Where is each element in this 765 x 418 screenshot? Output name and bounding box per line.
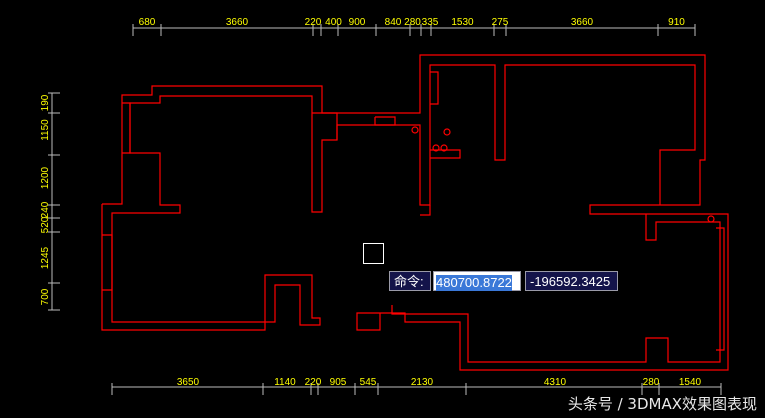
dimension-label: 1245 xyxy=(40,246,51,269)
dimension-label: 1200 xyxy=(40,166,51,189)
dimension-label: 220 xyxy=(305,377,322,388)
crosshair-cursor xyxy=(363,243,384,264)
dimension-label: 3660 xyxy=(571,17,594,28)
dimension-label: 545 xyxy=(360,377,377,388)
dimension-label: 700 xyxy=(40,288,51,305)
dimension-label: 3660 xyxy=(226,17,249,28)
walls xyxy=(101,54,729,371)
cad-canvas[interactable]: 680 3660 220 400 900 840 280 335 1530 275 3660 910 3… xyxy=(0,0,765,418)
dimension-label: 1530 xyxy=(451,17,474,28)
floor-plan: 680 3660 220 400 900 840 280 335 1530 275 3660 9103… xyxy=(40,17,729,395)
dimension-label: 280 xyxy=(643,377,660,388)
dimension-label: 190 xyxy=(40,94,51,111)
command-label: 命令: xyxy=(389,271,431,291)
dimension-label: 680 xyxy=(139,17,156,28)
dimension-label: 520 xyxy=(40,216,51,233)
dimension-label: 240 xyxy=(40,201,51,218)
x-coordinate-input[interactable]: 480700.8722 xyxy=(433,271,521,291)
dimension-label: 3650 xyxy=(177,377,200,388)
dimension-label: 910 xyxy=(668,17,685,28)
dimension-label: 1140 xyxy=(274,377,296,388)
dimension-label: 900 xyxy=(349,17,366,28)
watermark: 头条号 / 3DMAX效果图表现 xyxy=(567,395,757,413)
dimension-label: 400 xyxy=(325,17,342,28)
dimension-label: 280 xyxy=(404,17,421,28)
dimension-label: 905 xyxy=(330,377,347,388)
dimension-label: 2130 xyxy=(411,377,434,388)
x-coordinate-value: 480700.8722 xyxy=(436,275,512,291)
dimension-label: 1540 xyxy=(679,377,702,388)
dimension-label: 4310 xyxy=(544,377,567,388)
dimension-lines xyxy=(48,24,722,395)
y-coordinate-input[interactable]: -196592.3425 xyxy=(525,271,618,291)
dimension-label: 275 xyxy=(492,17,509,28)
dimension-label: 1150 xyxy=(40,119,51,141)
dimension-label: 335 xyxy=(422,17,439,28)
dimension-label: 220 xyxy=(305,17,322,28)
dimension-label: 840 xyxy=(385,17,402,28)
